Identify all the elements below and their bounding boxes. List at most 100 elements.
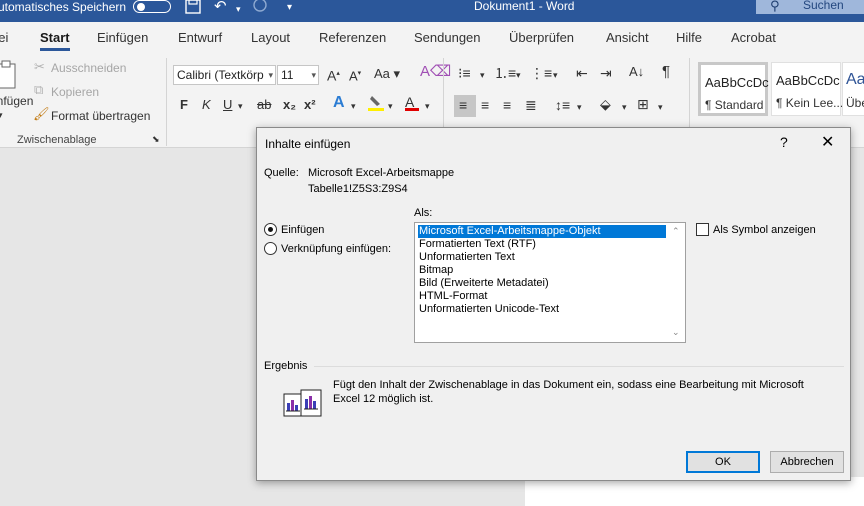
- line-spacing-dropdown-icon[interactable]: ▾: [577, 99, 582, 115]
- list-item[interactable]: Unformatierten Unicode-Text: [418, 303, 666, 316]
- font-color-dropdown-icon[interactable]: ▾: [425, 98, 430, 114]
- list-item[interactable]: Bitmap: [418, 264, 666, 277]
- chevron-down-icon: ▾: [311, 70, 316, 80]
- cut-button[interactable]: Ausschneiden: [51, 61, 126, 75]
- list-item[interactable]: Microsoft Excel-Arbeitsmappe-Objekt: [418, 225, 666, 238]
- radio-paste-label[interactable]: Einfügen: [281, 224, 324, 236]
- shading-icon[interactable]: ⬙: [600, 96, 611, 112]
- tab-layout[interactable]: Layout: [251, 30, 290, 45]
- undo-icon[interactable]: ↶: [214, 0, 227, 18]
- autosave-toggle[interactable]: [133, 0, 171, 13]
- redo-icon[interactable]: [252, 0, 268, 18]
- decrease-indent-icon[interactable]: ⇤: [576, 65, 588, 81]
- toggle-knob: [137, 2, 145, 11]
- result-label: Ergebnis: [264, 360, 308, 372]
- paste-dropdown-icon[interactable]: ▾: [0, 110, 3, 121]
- cancel-button[interactable]: Abbrechen: [770, 451, 844, 473]
- tab-ueberpruefen[interactable]: Überprüfen: [509, 30, 574, 45]
- tab-hilfe[interactable]: Hilfe: [676, 30, 702, 45]
- shrink-font-icon[interactable]: A▾: [349, 66, 361, 84]
- underline-dropdown-icon[interactable]: ▾: [238, 98, 243, 114]
- underline-button[interactable]: U: [223, 97, 232, 113]
- clipboard-dialog-launcher[interactable]: ⬊: [152, 134, 160, 145]
- font-name-box[interactable]: Calibri (Textkörp ▾: [173, 65, 276, 85]
- radio-paste[interactable]: [264, 223, 277, 236]
- format-painter-button[interactable]: Format übertragen: [51, 109, 150, 123]
- align-right-icon[interactable]: ≡: [503, 97, 511, 113]
- group-divider: [166, 58, 167, 146]
- paste-special-dialog: Inhalte einfügen ? ✕ Quelle: Microsoft E…: [256, 127, 851, 481]
- text-effects-icon[interactable]: A: [333, 95, 345, 111]
- listbox-scrollbar[interactable]: ⌃ ⌄: [668, 223, 685, 342]
- customize-qat-icon[interactable]: ▾: [287, 1, 292, 19]
- list-item[interactable]: HTML-Format: [418, 290, 666, 303]
- tab-referenzen[interactable]: Referenzen: [319, 30, 386, 45]
- strikethrough-button[interactable]: ab: [257, 97, 271, 113]
- document-page[interactable]: [525, 477, 864, 506]
- paste-as-listbox[interactable]: Microsoft Excel-Arbeitsmappe-Objekt Form…: [414, 222, 686, 343]
- tab-start[interactable]: Start: [40, 30, 70, 45]
- radio-paste-link[interactable]: [264, 242, 277, 255]
- save-icon[interactable]: [185, 0, 201, 18]
- cut-icon: ✂: [34, 59, 45, 74]
- as-symbol-label[interactable]: Als Symbol anzeigen: [713, 224, 816, 236]
- list-item[interactable]: Bild (Erweiterte Metadatei): [418, 277, 666, 290]
- align-center-icon[interactable]: ≡: [481, 97, 489, 113]
- borders-icon[interactable]: ⊞: [637, 96, 649, 112]
- highlight-icon[interactable]: [368, 94, 384, 116]
- source-range: Tabelle1!Z5S3:Z9S4: [308, 183, 408, 195]
- font-color-icon[interactable]: A: [405, 94, 419, 111]
- search-box[interactable]: ⚲ Suchen: [756, 0, 864, 14]
- shading-dropdown-icon[interactable]: ▾: [622, 99, 627, 115]
- style-standard[interactable]: AaBbCcDc ¶ Standard: [698, 62, 769, 116]
- align-left-icon[interactable]: ≡: [459, 97, 467, 113]
- tab-entwurf[interactable]: Entwurf: [178, 30, 222, 45]
- tab-ansicht[interactable]: Ansicht: [606, 30, 649, 45]
- style-name: Übe: [846, 96, 864, 110]
- font-size-box[interactable]: 11 ▾: [277, 65, 319, 85]
- highlight-dropdown-icon[interactable]: ▾: [388, 98, 393, 114]
- justify-icon[interactable]: ≣: [525, 97, 537, 113]
- close-button[interactable]: ✕: [821, 132, 834, 152]
- pilcrow-icon[interactable]: ¶: [662, 64, 670, 80]
- multilevel-list-icon[interactable]: ⋮≡: [530, 65, 552, 81]
- undo-dropdown-icon[interactable]: ▾: [236, 2, 241, 20]
- source-label: Quelle:: [264, 167, 299, 179]
- style-kein-leerraum[interactable]: AaBbCcDc ¶ Kein Lee...: [771, 62, 843, 116]
- list-item[interactable]: Formatierten Text (RTF): [418, 238, 666, 251]
- bullets-icon[interactable]: ⁝≡: [458, 65, 471, 81]
- text-effects-dropdown-icon[interactable]: ▾: [351, 98, 356, 114]
- increase-indent-icon[interactable]: ⇥: [600, 65, 612, 81]
- sort-icon[interactable]: A↓: [629, 64, 644, 80]
- copy-button[interactable]: Kopieren: [51, 85, 99, 99]
- tab-einfuegen[interactable]: Einfügen: [97, 30, 148, 45]
- line-spacing-icon[interactable]: ↕≡: [555, 97, 570, 113]
- numbering-icon[interactable]: ⒈≡: [494, 65, 516, 81]
- multilevel-dropdown-icon[interactable]: ▾: [553, 67, 558, 83]
- tab-acrobat[interactable]: Acrobat: [731, 30, 776, 45]
- tab-sendungen[interactable]: Sendungen: [414, 30, 481, 45]
- radio-paste-link-label[interactable]: Verknüpfung einfügen:: [281, 243, 391, 255]
- help-button[interactable]: ?: [780, 134, 788, 150]
- ok-button[interactable]: OK: [686, 451, 760, 473]
- change-case-icon[interactable]: Aa ▾: [374, 66, 400, 82]
- search-label: Suchen: [803, 0, 844, 12]
- grow-font-icon[interactable]: A▴: [327, 66, 340, 84]
- document-title: Dokument1 - Word: [474, 0, 575, 13]
- borders-dropdown-icon[interactable]: ▾: [658, 99, 663, 115]
- bullets-dropdown-icon[interactable]: ▾: [480, 67, 485, 83]
- scroll-down-icon[interactable]: ⌄: [672, 327, 680, 338]
- paste-button-label[interactable]: Einfügen: [0, 94, 33, 108]
- bold-button[interactable]: F: [180, 97, 188, 113]
- style-ueberschrift[interactable]: Aa Übe: [842, 62, 864, 116]
- list-item[interactable]: Unformatierten Text: [418, 251, 666, 264]
- superscript-button[interactable]: x²: [304, 97, 316, 113]
- subscript-button[interactable]: x₂: [283, 97, 296, 113]
- italic-button[interactable]: K: [202, 97, 211, 113]
- tab-datei[interactable]: Datei: [0, 30, 8, 45]
- numbering-dropdown-icon[interactable]: ▾: [516, 67, 521, 83]
- paste-icon[interactable]: [0, 60, 18, 94]
- clear-formatting-icon[interactable]: A⌫: [420, 64, 451, 80]
- scroll-up-icon[interactable]: ⌃: [672, 226, 680, 237]
- as-symbol-checkbox[interactable]: [696, 223, 709, 236]
